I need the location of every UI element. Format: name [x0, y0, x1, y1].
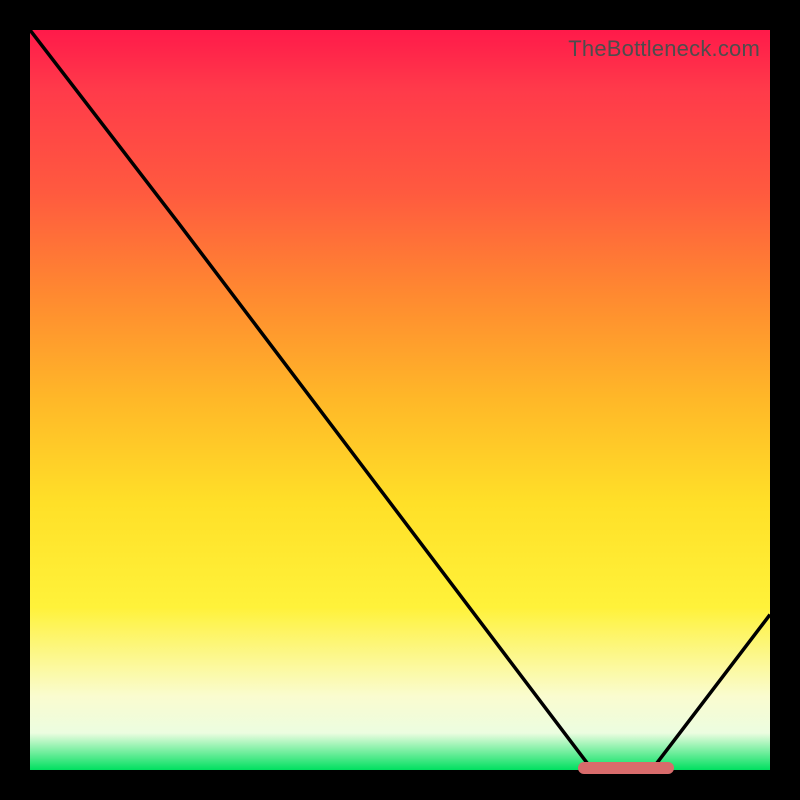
optimal-range-marker	[578, 762, 674, 774]
plot-area: TheBottleneck.com	[30, 30, 770, 770]
chart-frame: TheBottleneck.com	[0, 0, 800, 800]
data-line	[30, 30, 770, 770]
